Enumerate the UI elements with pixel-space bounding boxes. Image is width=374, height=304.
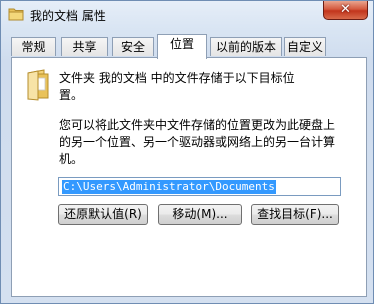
- find-target-button[interactable]: 查找目标(F)...: [251, 204, 339, 225]
- restore-default-button[interactable]: 还原默认值(R): [58, 204, 148, 225]
- move-button[interactable]: 移动(M)...: [158, 204, 242, 225]
- title-bar[interactable]: 我的文档 属性 ✕: [1, 1, 373, 29]
- tab-customize[interactable]: 自定义: [284, 37, 326, 56]
- tab-general[interactable]: 常规: [11, 37, 56, 56]
- location-panel: 文件夹 我的文档 中的文件存储于以下目标位 置。 您可以将此文件夹中文件存储的位…: [11, 57, 367, 297]
- folder-icon: [26, 69, 52, 101]
- location-help-text: 您可以将此文件夹中文件存储的位置更改为此硬盘上 的另一个位置、另一个驱动器或网络…: [59, 118, 336, 166]
- close-icon: ✕: [340, 2, 351, 17]
- folder-path-input[interactable]: C:\Users\Administrator\Documents: [58, 177, 341, 196]
- properties-window: 我的文档 属性 ✕ 常规 共享 安全 位置 以前的版本 自定义 文件夹 我的文档…: [0, 0, 374, 304]
- tab-sharing[interactable]: 共享: [61, 37, 108, 56]
- folder-icon: [8, 7, 24, 21]
- tab-security[interactable]: 安全: [112, 37, 154, 56]
- window-title: 我的文档 属性: [30, 9, 106, 23]
- close-button[interactable]: ✕: [323, 1, 368, 20]
- tab-location[interactable]: 位置: [157, 34, 207, 59]
- tab-strip: 常规 共享 安全 位置 以前的版本 自定义: [11, 34, 367, 59]
- folder-path-value: C:\Users\Administrator\Documents: [62, 180, 276, 194]
- location-description: 文件夹 我的文档 中的文件存储于以下目标位 置。: [59, 71, 295, 102]
- tab-previous-versions[interactable]: 以前的版本: [210, 37, 282, 56]
